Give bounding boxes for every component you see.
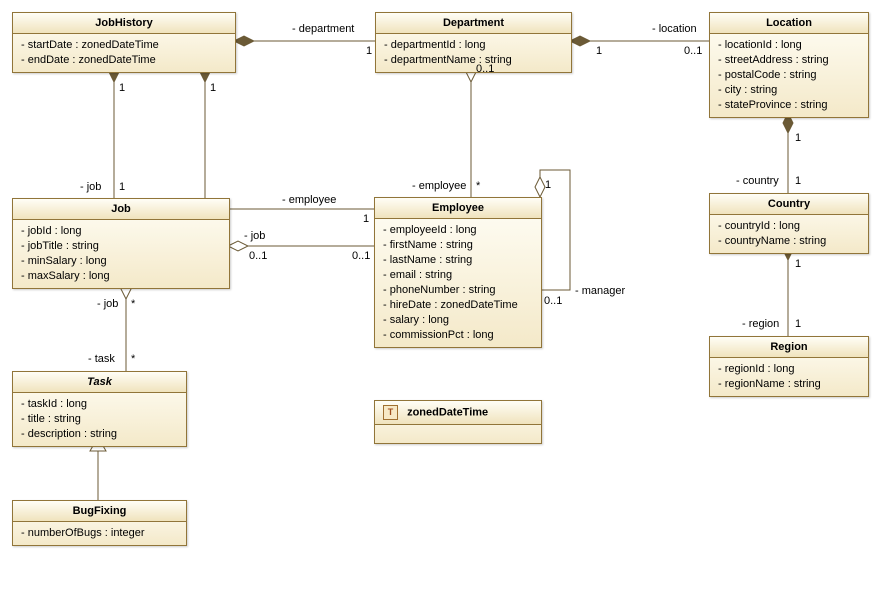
- class-attr: - firstName : string: [383, 238, 533, 253]
- class-attributes: - departmentId : long - departmentName :…: [376, 34, 571, 72]
- class-attr: - numberOfBugs : integer: [21, 526, 178, 541]
- class-attr: - countryId : long: [718, 219, 860, 234]
- datatype-icon: T: [383, 405, 398, 420]
- datatype-zoneddatetime[interactable]: T zonedDateTime: [374, 400, 542, 444]
- class-attr: - taskId : long: [21, 397, 178, 412]
- class-job[interactable]: Job - jobId : long - jobTitle : string -…: [12, 198, 230, 289]
- assoc-label-job: - job: [97, 298, 118, 310]
- class-task[interactable]: Task - taskId : long - title : string - …: [12, 371, 187, 447]
- class-attributes: - employeeId : long - firstName : string…: [375, 219, 541, 347]
- class-name: Country: [710, 194, 868, 215]
- mult-many: *: [131, 353, 135, 365]
- mult-one: 1: [795, 175, 801, 187]
- assoc-label-employee: - employee: [282, 194, 336, 206]
- class-attr: - employeeId : long: [383, 223, 533, 238]
- mult-one: 1: [366, 45, 372, 57]
- class-attr: - jobId : long: [21, 224, 221, 239]
- mult-many: *: [476, 180, 480, 192]
- class-attributes: - countryId : long - countryName : strin…: [710, 215, 868, 253]
- mult-one: 1: [119, 181, 125, 193]
- class-attributes: - regionId : long - regionName : string: [710, 358, 868, 396]
- class-attributes: - taskId : long - title : string - descr…: [13, 393, 186, 446]
- assoc-label-country: - country: [736, 175, 779, 187]
- datatype-label: zonedDateTime: [407, 406, 488, 418]
- mult-zero-one: 0..1: [544, 295, 562, 307]
- class-country[interactable]: Country - countryId : long - countryName…: [709, 193, 869, 254]
- class-attr: - stateProvince : string: [718, 98, 860, 113]
- assoc-label-manager: - manager: [575, 285, 625, 297]
- class-attr: - lastName : string: [383, 253, 533, 268]
- assoc-label-region: - region: [742, 318, 779, 330]
- class-attr: - city : string: [718, 83, 860, 98]
- class-attr: - minSalary : long: [21, 254, 221, 269]
- class-attributes: [375, 425, 541, 443]
- class-name: JobHistory: [13, 13, 235, 34]
- class-attr: - locationId : long: [718, 38, 860, 53]
- assoc-label-job: - job: [80, 181, 101, 193]
- class-attr: - commissionPct : long: [383, 328, 533, 343]
- assoc-label-employee: - employee: [412, 180, 466, 192]
- mult-one: 1: [210, 82, 216, 94]
- assoc-label-task: - task: [88, 353, 115, 365]
- mult-zero-one: 0..1: [684, 45, 702, 57]
- class-name: Region: [710, 337, 868, 358]
- class-region[interactable]: Region - regionId : long - regionName : …: [709, 336, 869, 397]
- mult-zero-one: 0..1: [476, 63, 494, 75]
- class-name: Task: [13, 372, 186, 393]
- class-attributes: - numberOfBugs : integer: [13, 522, 186, 545]
- class-name: T zonedDateTime: [375, 401, 541, 425]
- class-attr: - endDate : zonedDateTime: [21, 53, 227, 68]
- class-attr: - postalCode : string: [718, 68, 860, 83]
- mult-one: 1: [795, 318, 801, 330]
- class-attr: - regionId : long: [718, 362, 860, 377]
- class-attr: - title : string: [21, 412, 178, 427]
- mult-zero-one: 0..1: [249, 250, 267, 262]
- class-name: Location: [710, 13, 868, 34]
- mult-one: 1: [596, 45, 602, 57]
- class-attr: - email : string: [383, 268, 533, 283]
- class-attributes: - locationId : long - streetAddress : st…: [710, 34, 868, 117]
- mult-one: 1: [119, 82, 125, 94]
- class-attr: - description : string: [21, 427, 178, 442]
- class-attr: - salary : long: [383, 313, 533, 328]
- class-attr: - countryName : string: [718, 234, 860, 249]
- class-attr: - startDate : zonedDateTime: [21, 38, 227, 53]
- class-attributes: - startDate : zonedDateTime - endDate : …: [13, 34, 235, 72]
- class-attr: - jobTitle : string: [21, 239, 221, 254]
- assoc-label-location: - location: [652, 23, 697, 35]
- class-name: Job: [13, 199, 229, 220]
- class-name: Department: [376, 13, 571, 34]
- class-attr: - regionName : string: [718, 377, 860, 392]
- class-attr: - maxSalary : long: [21, 269, 221, 284]
- class-attr: - departmentId : long: [384, 38, 563, 53]
- class-attr: - streetAddress : string: [718, 53, 860, 68]
- assoc-label-job: - job: [244, 230, 265, 242]
- class-attr: - departmentName : string: [384, 53, 563, 68]
- class-attributes: - jobId : long - jobTitle : string - min…: [13, 220, 229, 288]
- mult-zero-one: 0..1: [352, 250, 370, 262]
- class-bugfixing[interactable]: BugFixing - numberOfBugs : integer: [12, 500, 187, 546]
- mult-one: 1: [545, 179, 551, 191]
- class-name: BugFixing: [13, 501, 186, 522]
- class-location[interactable]: Location - locationId : long - streetAdd…: [709, 12, 869, 118]
- class-jobhistory[interactable]: JobHistory - startDate : zonedDateTime -…: [12, 12, 236, 73]
- assoc-label-department: - department: [292, 23, 354, 35]
- mult-one: 1: [363, 213, 369, 225]
- mult-many: *: [131, 298, 135, 310]
- mult-one: 1: [795, 258, 801, 270]
- class-department[interactable]: Department - departmentId : long - depar…: [375, 12, 572, 73]
- class-attr: - hireDate : zonedDateTime: [383, 298, 533, 313]
- class-employee[interactable]: Employee - employeeId : long - firstName…: [374, 197, 542, 348]
- mult-one: 1: [795, 132, 801, 144]
- class-attr: - phoneNumber : string: [383, 283, 533, 298]
- class-name: Employee: [375, 198, 541, 219]
